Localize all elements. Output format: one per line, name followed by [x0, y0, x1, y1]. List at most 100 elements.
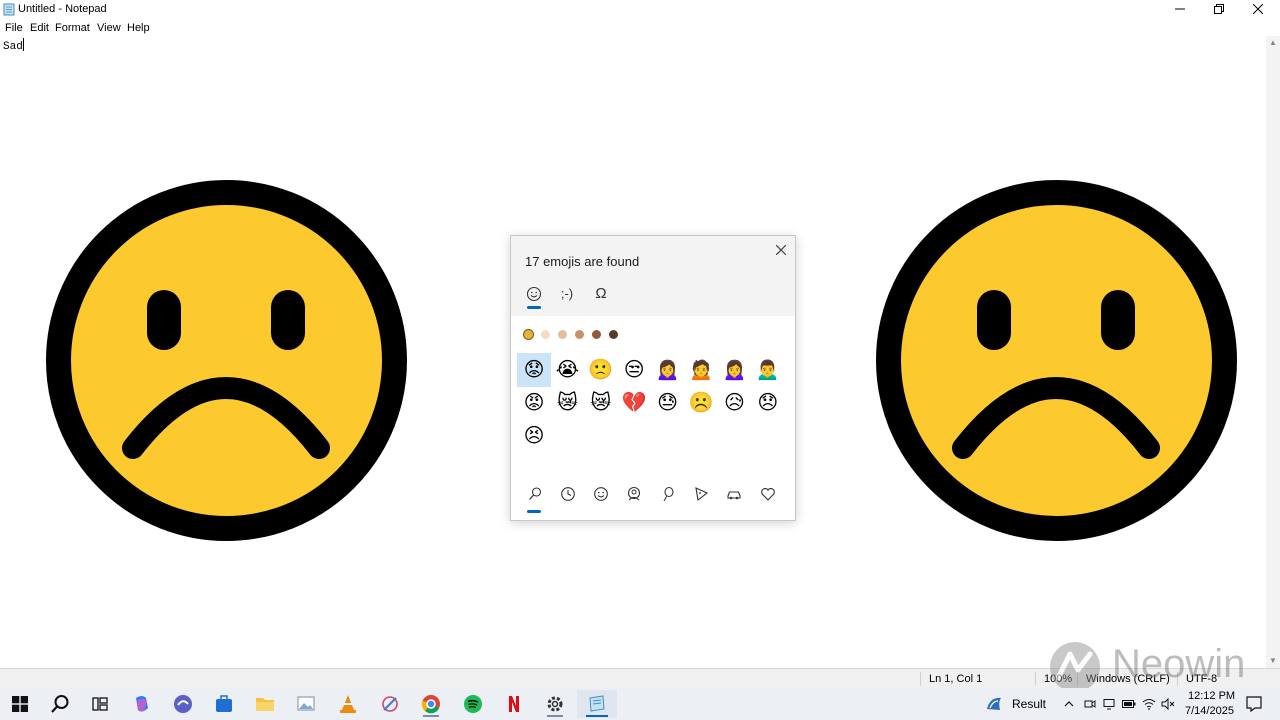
- pizza-icon: [695, 487, 709, 502]
- smiley-icon: [526, 286, 542, 302]
- taskbar-search-button[interactable]: [40, 690, 80, 718]
- taskbar-file-explorer[interactable]: [245, 690, 285, 718]
- skin-tone-option[interactable]: [609, 330, 618, 339]
- minimize-button[interactable]: [1160, 0, 1200, 20]
- menu-format[interactable]: Format: [55, 22, 90, 34]
- photos-icon: [297, 696, 315, 711]
- emoji-item[interactable]: 🙍‍♀️: [717, 353, 751, 387]
- sad-face-right-icon: [876, 180, 1237, 541]
- task-view-icon: [92, 697, 108, 711]
- tray-wifi-button[interactable]: [1140, 690, 1158, 718]
- emoji-item[interactable]: 🙍‍♀️: [651, 353, 685, 387]
- category-travel[interactable]: [722, 486, 746, 508]
- neowin-logo-icon: [1050, 642, 1100, 692]
- category-food[interactable]: [689, 486, 713, 508]
- menu-help[interactable]: Help: [127, 22, 150, 34]
- category-heart[interactable]: [756, 486, 780, 508]
- category-celebrations[interactable]: [656, 486, 680, 508]
- start-button[interactable]: [0, 690, 40, 718]
- taskbar-browser[interactable]: [163, 690, 203, 718]
- emoji-item[interactable]: 💔: [617, 386, 651, 420]
- active-indicator: [586, 715, 608, 717]
- emoji-item[interactable]: 😓: [651, 386, 685, 420]
- skin-tone-option[interactable]: [558, 330, 567, 339]
- taskbar-photos[interactable]: [286, 690, 326, 718]
- status-separator: [920, 672, 921, 686]
- weather-widget-icon-button[interactable]: [979, 690, 1009, 718]
- emoji-item[interactable]: 😭: [550, 353, 584, 387]
- taskbar-copilot[interactable]: [122, 690, 162, 718]
- emoji-item[interactable]: 😞: [751, 386, 785, 420]
- category-search-underline: [527, 510, 541, 513]
- taskbar-spotify[interactable]: [453, 690, 493, 718]
- notification-center-button[interactable]: [1240, 690, 1268, 718]
- tab-kaomoji[interactable]: ;-): [555, 282, 579, 306]
- tray-battery-button[interactable]: [1120, 690, 1138, 718]
- emoji-picker-close-button[interactable]: [773, 242, 789, 258]
- camera-icon: [1084, 700, 1096, 708]
- category-search[interactable]: [523, 486, 547, 508]
- scroll-up-icon[interactable]: ▲: [1269, 38, 1277, 47]
- clock-date[interactable]: 7/14/2025: [1185, 705, 1234, 717]
- watermark-text: Neowin: [1112, 642, 1246, 686]
- taskbar-chrome[interactable]: [411, 690, 451, 718]
- emoji-item[interactable]: 😿: [584, 386, 618, 420]
- category-smileys[interactable]: [589, 486, 613, 508]
- emoji-item[interactable]: 😥: [717, 386, 751, 420]
- tab-emoji[interactable]: [522, 282, 546, 306]
- show-hidden-icons-button[interactable]: [1060, 690, 1078, 718]
- tab-symbols[interactable]: Ω: [589, 282, 613, 306]
- menu-view[interactable]: View: [97, 22, 121, 34]
- text-caret: [22, 38, 24, 51]
- title-bar: Untitled - Notepad: [0, 0, 1280, 20]
- paint-icon: [382, 696, 398, 712]
- emoji-item[interactable]: 🙁: [584, 353, 618, 387]
- weather-label[interactable]: Result: [1012, 697, 1046, 711]
- clock-time[interactable]: 12:12 PM: [1188, 690, 1235, 702]
- file-explorer-icon: [256, 698, 274, 711]
- skin-tone-option[interactable]: [541, 330, 550, 339]
- tray-display-button[interactable]: [1100, 690, 1118, 718]
- scroll-down-icon[interactable]: ▼: [1269, 656, 1277, 665]
- menu-edit[interactable]: Edit: [30, 22, 49, 34]
- taskbar-store[interactable]: [204, 690, 244, 718]
- spotify-icon: [464, 695, 482, 713]
- menu-file[interactable]: File: [5, 22, 23, 34]
- taskbar-settings[interactable]: [535, 690, 575, 718]
- emoji-item[interactable]: 😿: [550, 386, 584, 420]
- emoji-result-count: 17 emojis are found: [525, 254, 640, 269]
- tray-meet-button[interactable]: [1081, 690, 1099, 718]
- emoji-item[interactable]: 😟: [517, 353, 551, 387]
- taskbar-paint[interactable]: [370, 690, 410, 718]
- task-view-button[interactable]: [80, 690, 120, 718]
- category-recent[interactable]: [556, 486, 580, 508]
- copilot-icon: [136, 696, 148, 712]
- car-icon: [727, 491, 741, 500]
- taskbar-vlc[interactable]: [328, 690, 368, 718]
- emoji-item[interactable]: 😡: [517, 386, 551, 420]
- tray-volume-button[interactable]: [1159, 690, 1177, 718]
- skin-tone-option[interactable]: [575, 330, 584, 339]
- chrome-icon: [421, 695, 440, 714]
- vertical-scrollbar[interactable]: ▲ ▼: [1266, 36, 1280, 668]
- skin-tone-option[interactable]: [592, 330, 601, 339]
- close-icon: [775, 244, 787, 256]
- taskbar-netflix[interactable]: [494, 690, 534, 718]
- category-people[interactable]: [622, 486, 646, 508]
- battery-icon: [1122, 700, 1136, 708]
- emoji-item[interactable]: ☹️: [684, 386, 718, 420]
- window-title: Untitled - Notepad: [18, 3, 107, 15]
- close-button[interactable]: [1238, 0, 1278, 20]
- taskbar-notepad[interactable]: [577, 690, 617, 718]
- emoji-item[interactable]: 😣: [517, 419, 551, 453]
- restore-icon: [1214, 4, 1224, 14]
- editor-content: Sad: [3, 38, 24, 53]
- emoji-item[interactable]: 😒: [617, 353, 651, 387]
- restore-button[interactable]: [1199, 0, 1239, 20]
- volume-muted-icon: [1161, 698, 1175, 710]
- clock-icon: [561, 487, 575, 501]
- emoji-item[interactable]: 🙍: [684, 353, 718, 387]
- emoji-item[interactable]: 🙍‍♂️: [751, 353, 785, 387]
- skin-tone-option[interactable]: [524, 330, 533, 339]
- vlc-icon: [340, 695, 356, 713]
